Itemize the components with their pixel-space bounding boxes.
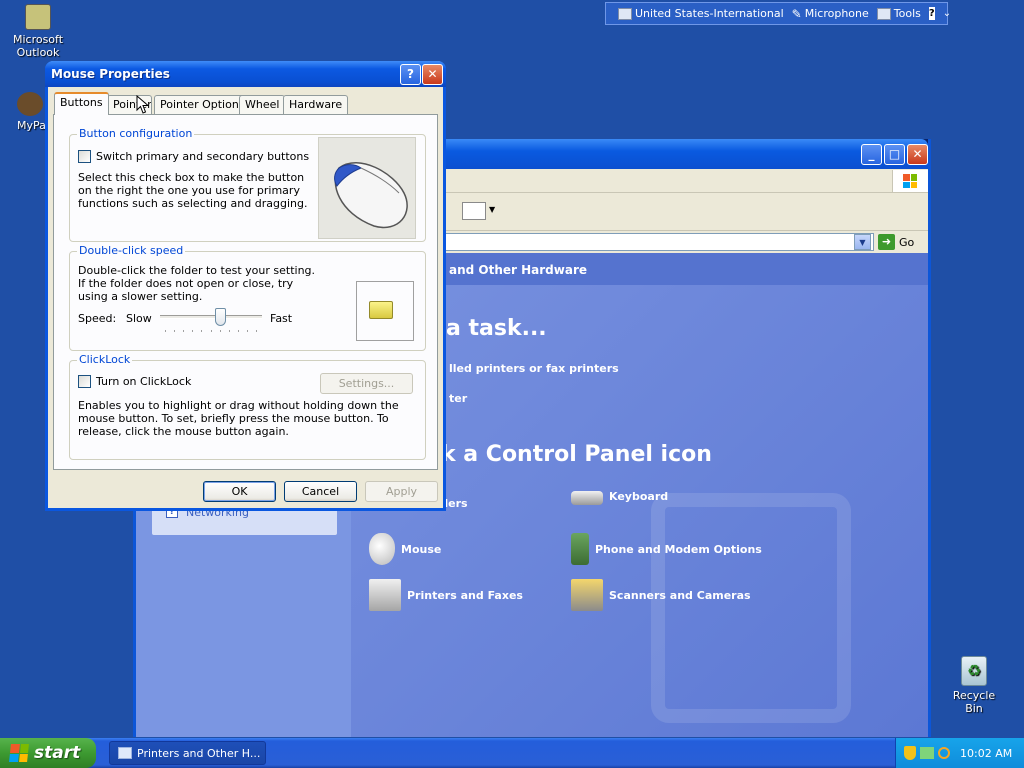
printer-icon bbox=[369, 579, 401, 611]
buttons-tab-panel: Button configuration Switch primary and … bbox=[53, 114, 438, 470]
double-click-speed-group: Double-click speed Double-click the fold… bbox=[69, 244, 426, 351]
slow-label: Slow bbox=[126, 312, 152, 325]
go-button[interactable]: ➜ Go bbox=[878, 233, 914, 251]
switch-buttons-checkbox[interactable]: Switch primary and secondary buttons bbox=[78, 150, 309, 163]
fast-label: Fast bbox=[270, 312, 293, 325]
system-tray: 10:02 AM bbox=[895, 738, 1024, 768]
language-bar: United States-International ✎ Microphone… bbox=[605, 2, 951, 25]
clock[interactable]: 10:02 AM bbox=[960, 747, 1012, 760]
checkbox-box[interactable] bbox=[78, 375, 91, 388]
microphone-icon: ✎ bbox=[791, 6, 802, 21]
microphone-button[interactable]: ✎ Microphone bbox=[792, 7, 869, 21]
mouse-properties-dialog: Mouse Properties ? ✕ Buttons Pointers Po… bbox=[45, 61, 446, 511]
windows-flag-icon bbox=[9, 744, 29, 762]
pick-icon-heading: k a Control Panel icon bbox=[441, 442, 712, 467]
help-button[interactable]: ? bbox=[400, 64, 421, 85]
search-icon[interactable] bbox=[938, 747, 950, 759]
cp-icon-phone-modem[interactable]: Phone and Modem Options bbox=[571, 533, 762, 565]
ok-button[interactable]: OK bbox=[203, 481, 276, 502]
double-click-description: Double-click the folder to test your set… bbox=[78, 264, 316, 303]
security-shield-icon[interactable] bbox=[904, 746, 916, 760]
taskbar-item-printers-hardware[interactable]: Printers and Other H... bbox=[109, 741, 266, 765]
speed-label: Speed: bbox=[78, 312, 117, 325]
tab-pointer-options[interactable]: Pointer Options bbox=[154, 95, 251, 114]
checkbox-box[interactable] bbox=[78, 150, 91, 163]
mouse-icon bbox=[369, 533, 395, 565]
button-config-description: Select this check box to make the button… bbox=[78, 171, 308, 210]
desktop-icon-recycle-bin[interactable]: ♻ Recycle Bin bbox=[944, 656, 1004, 715]
slider-tick bbox=[201, 330, 202, 332]
slider-thumb[interactable] bbox=[215, 308, 226, 326]
tools-icon bbox=[876, 7, 891, 20]
tab-buttons[interactable]: Buttons bbox=[54, 92, 109, 115]
task-link-printers[interactable]: lled printers or fax printers bbox=[449, 362, 619, 375]
phone-icon bbox=[571, 533, 589, 565]
language-bar-options-icon[interactable]: ⌄ bbox=[943, 8, 951, 19]
windows-logo-icon bbox=[892, 170, 928, 192]
dialog-titlebar[interactable]: Mouse Properties ? ✕ bbox=[45, 61, 446, 87]
slider-track bbox=[160, 315, 262, 319]
keyboard-icon bbox=[571, 491, 603, 505]
mouse-illustration-icon bbox=[334, 162, 408, 229]
maximize-button[interactable]: □ bbox=[884, 144, 905, 165]
cp-icon-keyboard[interactable]: Keyboard bbox=[571, 487, 668, 505]
taskbar: start Printers and Other H... 10:02 AM bbox=[0, 738, 1024, 768]
go-arrow-icon: ➜ bbox=[878, 234, 895, 250]
start-button[interactable]: start bbox=[0, 738, 96, 768]
network-icon[interactable] bbox=[920, 747, 934, 759]
clicklock-checkbox[interactable]: Turn on ClickLock bbox=[78, 375, 191, 388]
slider-tick bbox=[165, 330, 166, 332]
slider-tick bbox=[256, 330, 257, 332]
keyboard-icon bbox=[618, 7, 632, 20]
outlook-icon bbox=[25, 4, 51, 30]
mouse-cursor-icon bbox=[136, 95, 150, 114]
apply-button[interactable]: Apply bbox=[365, 481, 438, 502]
views-icon[interactable] bbox=[462, 202, 486, 220]
dialog-title: Mouse Properties bbox=[51, 67, 170, 81]
tab-wheel[interactable]: Wheel bbox=[239, 95, 286, 114]
people-icon bbox=[17, 92, 43, 116]
slider-tick bbox=[174, 330, 175, 332]
slider-tick bbox=[238, 330, 239, 332]
slider-tick bbox=[183, 330, 184, 332]
close-button[interactable]: ✕ bbox=[907, 144, 928, 165]
button-configuration-group: Button configuration Switch primary and … bbox=[69, 127, 426, 242]
minimize-button[interactable]: _ bbox=[861, 144, 882, 165]
pick-task-heading: a task... bbox=[446, 316, 547, 341]
dialog-close-button[interactable]: ✕ bbox=[422, 64, 443, 85]
cp-icon-mouse[interactable]: Mouse bbox=[369, 533, 441, 565]
slider-tick bbox=[229, 330, 230, 332]
views-dropdown-icon[interactable]: ▼ bbox=[489, 205, 495, 214]
clicklock-description: Enables you to highlight or drag without… bbox=[78, 399, 399, 438]
recycle-bin-icon: ♻ bbox=[961, 656, 987, 686]
clicklock-settings-button[interactable]: Settings... bbox=[320, 373, 413, 394]
tab-hardware[interactable]: Hardware bbox=[283, 95, 349, 114]
cp-icon-scanners-cameras[interactable]: Scanners and Cameras bbox=[571, 579, 751, 611]
test-folder-area[interactable] bbox=[356, 281, 414, 341]
mouse-illustration bbox=[318, 137, 416, 239]
language-bar-help-button[interactable]: ? bbox=[928, 7, 935, 20]
clicklock-group: ClickLock Turn on ClickLock Settings... … bbox=[69, 353, 426, 460]
scanner-camera-icon bbox=[571, 579, 603, 611]
desktop-icon-outlook[interactable]: Microsoft Outlook bbox=[8, 4, 68, 59]
tools-button[interactable]: Tools bbox=[876, 7, 921, 20]
slider-tick bbox=[192, 330, 193, 332]
cp-icon-printers-faxes[interactable]: Printers and Faxes bbox=[369, 579, 523, 611]
folder-window-icon bbox=[118, 747, 132, 759]
folder-icon bbox=[369, 301, 393, 319]
language-selector[interactable]: United States-International bbox=[618, 7, 784, 20]
cancel-button[interactable]: Cancel bbox=[284, 481, 357, 502]
slider-tick bbox=[220, 330, 221, 332]
slider-tick bbox=[247, 330, 248, 332]
address-dropdown-icon[interactable]: ▼ bbox=[854, 234, 871, 250]
task-link-printer[interactable]: ter bbox=[449, 392, 467, 405]
double-click-speed-slider[interactable] bbox=[160, 308, 262, 334]
slider-tick bbox=[211, 330, 212, 332]
